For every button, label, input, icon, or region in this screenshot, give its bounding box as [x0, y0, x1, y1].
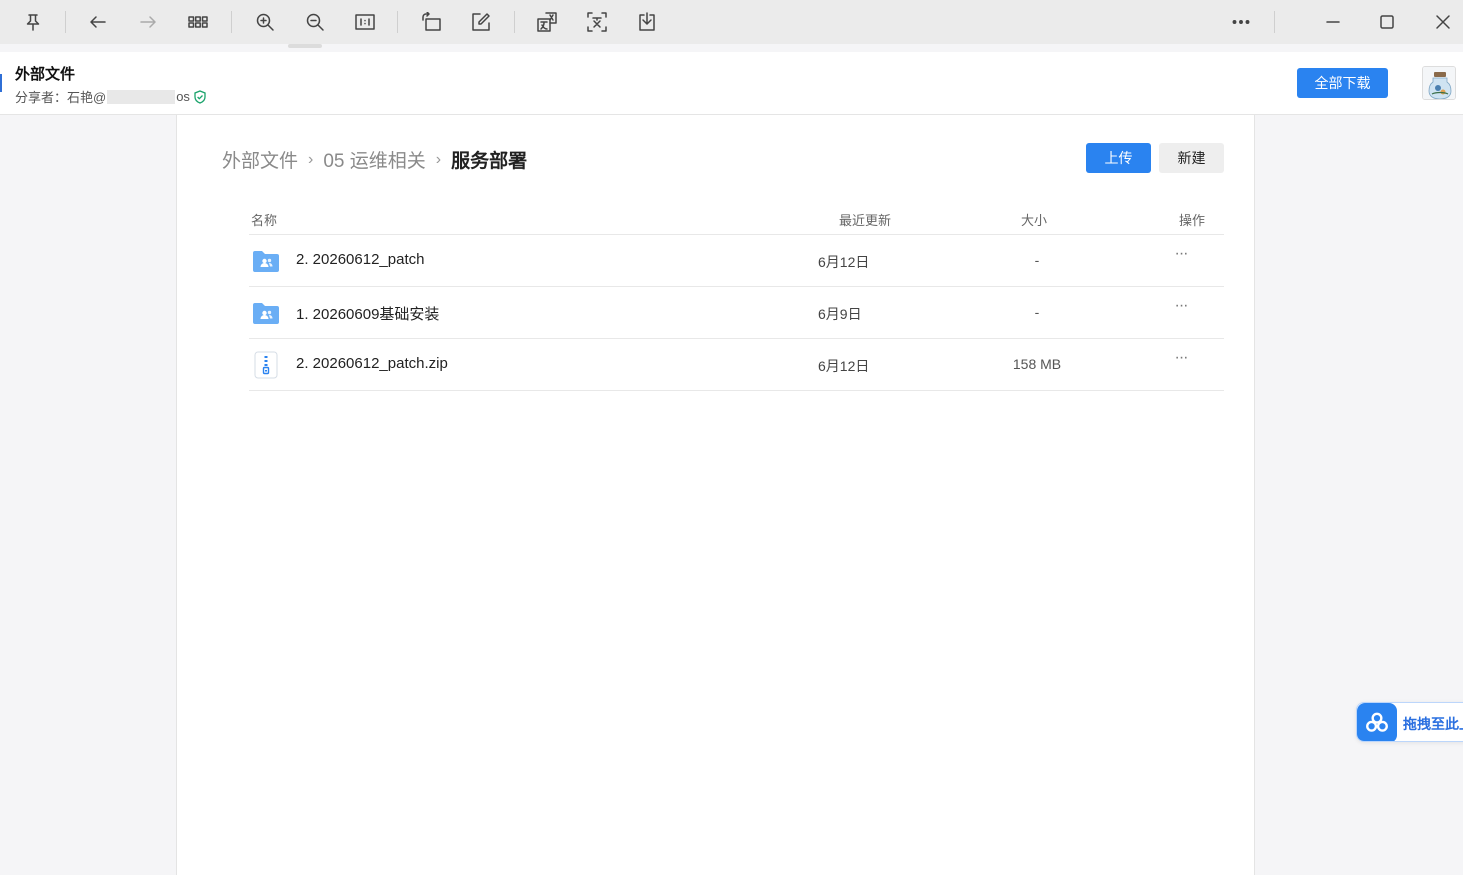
avatar[interactable]	[1422, 66, 1456, 100]
table-row[interactable]: 2. 20260612_patch 6月12日 - ···	[249, 235, 1224, 287]
toolbar-divider	[65, 11, 66, 33]
chevron-right-icon: ›	[435, 150, 442, 168]
file-size: -	[1034, 304, 1040, 320]
column-header-size[interactable]: 大小	[1021, 210, 1047, 229]
chevron-right-icon: ›	[308, 150, 314, 168]
more-actions-button[interactable]: ···	[1169, 297, 1193, 315]
accent-bar	[0, 74, 2, 92]
file-panel: 外部文件 › 05 运维相关 › 服务部署 上传 新建 名称 最近更新 大小 操…	[176, 115, 1255, 875]
breadcrumb-item-ops[interactable]: 05 运维相关	[323, 146, 425, 173]
text-recognition-icon[interactable]	[582, 8, 612, 36]
shared-folder-icon	[252, 247, 280, 275]
toolbar-divider	[397, 11, 398, 33]
toolbar-divider	[514, 11, 515, 33]
verified-shield-icon	[193, 89, 207, 104]
close-icon[interactable]	[1428, 8, 1458, 36]
grid-view-icon[interactable]	[183, 8, 213, 36]
more-actions-button[interactable]: ···	[1169, 245, 1193, 263]
toolbar-divider	[1274, 11, 1275, 33]
file-size: 158 MB	[1012, 356, 1062, 372]
scroll-indicator[interactable]	[288, 44, 322, 48]
more-icon[interactable]	[1226, 8, 1256, 36]
drag-upload-label: 拖拽至此上	[1403, 716, 1463, 732]
file-updated: 6月12日	[818, 358, 870, 374]
viewer-toolbar	[0, 0, 1463, 44]
zoom-in-icon[interactable]	[250, 8, 280, 36]
file-updated: 6月9日	[818, 306, 862, 322]
redacted-block	[107, 89, 176, 104]
file-updated: 6月12日	[818, 254, 870, 270]
toolbar-divider	[231, 11, 232, 33]
zoom-out-icon[interactable]	[300, 8, 330, 36]
more-actions-button[interactable]: ···	[1169, 349, 1193, 367]
column-header-actions: 操作	[1179, 213, 1206, 228]
column-header-name[interactable]: 名称	[251, 210, 277, 229]
table-row[interactable]: 2. 20260612_patch.zip 6月12日 158 MB ···	[249, 339, 1224, 391]
upload-button[interactable]: 上传	[1086, 143, 1151, 173]
forward-arrow-icon[interactable]	[133, 8, 163, 36]
file-name[interactable]: 2. 20260612_patch	[296, 251, 424, 268]
file-table: 名称 最近更新 大小 操作 2. 20260612_patch 6月12日 - …	[249, 205, 1224, 391]
sharer-prefix: 分享者：石艳@	[15, 90, 107, 105]
translate-icon[interactable]	[532, 8, 562, 36]
table-header: 名称 最近更新 大小 操作	[249, 205, 1224, 235]
column-header-updated[interactable]: 最近更新	[839, 210, 891, 229]
file-name[interactable]: 2. 20260612_patch.zip	[296, 355, 448, 372]
download-icon[interactable]	[632, 8, 662, 36]
share-title: 外部文件	[15, 66, 76, 83]
actual-size-icon[interactable]	[350, 8, 380, 36]
pin-icon[interactable]	[18, 8, 48, 36]
zip-file-icon	[252, 351, 280, 379]
sharer-info: 分享者：石艳@ os	[15, 87, 207, 106]
new-button[interactable]: 新建	[1159, 143, 1224, 173]
breadcrumb: 外部文件 › 05 运维相关 › 服务部署	[222, 146, 527, 173]
minimize-icon[interactable]	[1318, 8, 1348, 36]
file-name[interactable]: 1. 20260609基础安装	[296, 303, 439, 324]
shared-folder-icon	[252, 299, 280, 327]
download-all-button[interactable]: 全部下载	[1297, 68, 1388, 98]
back-arrow-icon[interactable]	[83, 8, 113, 36]
file-size: -	[1034, 252, 1040, 268]
edit-icon[interactable]	[466, 8, 496, 36]
cloud-logo-icon	[1357, 703, 1397, 741]
table-row[interactable]: 1. 20260609基础安装 6月9日 - ···	[249, 287, 1224, 339]
breadcrumb-item-root[interactable]: 外部文件	[222, 146, 298, 173]
sharer-suffix: os	[176, 89, 190, 104]
maximize-icon[interactable]	[1372, 8, 1402, 36]
share-header: 外部文件 分享者：石艳@ os 全部下载	[0, 52, 1463, 115]
rotate-icon[interactable]	[416, 8, 446, 36]
breadcrumb-current: 服务部署	[451, 151, 528, 172]
drag-upload-widget[interactable]: 拖拽至此上	[1356, 702, 1463, 742]
